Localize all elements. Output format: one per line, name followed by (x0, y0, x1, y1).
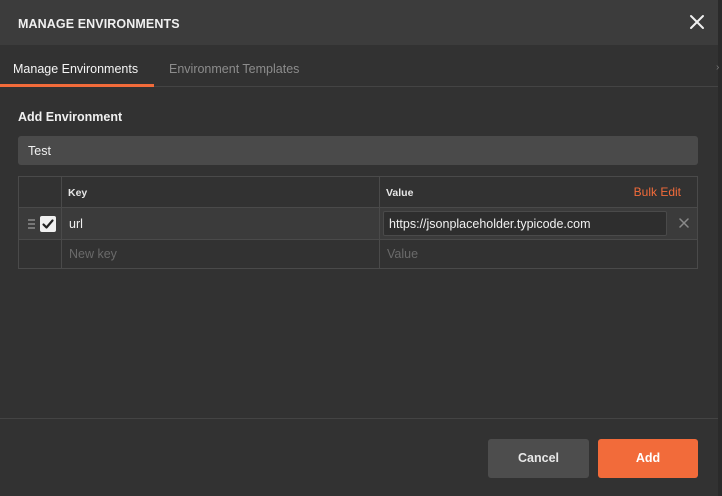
table-row: url (19, 208, 697, 240)
column-divider (379, 177, 380, 207)
tab-bar: Manage Environments Environment Template… (0, 45, 718, 87)
column-divider (379, 208, 380, 239)
variable-key[interactable]: url (69, 217, 83, 231)
add-button[interactable]: Add (598, 439, 698, 478)
environment-name-input[interactable] (18, 136, 698, 165)
delete-row-icon[interactable] (679, 218, 689, 228)
column-divider (61, 240, 62, 268)
new-key-input[interactable]: New key (69, 247, 117, 261)
drag-handle-icon[interactable] (28, 219, 35, 229)
variables-table: Key Value Bulk Edit url New key Value (18, 176, 698, 269)
column-divider (61, 208, 62, 239)
close-icon[interactable] (688, 13, 706, 31)
value-column-header: Value (386, 187, 414, 199)
tab-environment-templates[interactable]: Environment Templates (169, 62, 299, 76)
active-tab-indicator (0, 84, 154, 87)
scroll-right-icon[interactable]: › (716, 62, 719, 73)
table-header-row: Key Value Bulk Edit (19, 177, 697, 208)
tab-manage-environments[interactable]: Manage Environments (13, 62, 138, 76)
modal-title: MANAGE ENVIRONMENTS (18, 17, 180, 31)
table-row-new: New key Value (19, 240, 697, 268)
variable-value-input[interactable] (383, 211, 667, 236)
cancel-button[interactable]: Cancel (488, 439, 589, 478)
scroll-edge (718, 0, 722, 496)
column-divider (379, 240, 380, 268)
manage-environments-modal: MANAGE ENVIRONMENTS Manage Environments … (0, 0, 722, 496)
key-column-header: Key (68, 187, 88, 199)
modal-header: MANAGE ENVIRONMENTS (0, 0, 718, 45)
row-enabled-checkbox[interactable] (40, 216, 56, 232)
section-title: Add Environment (18, 110, 123, 124)
new-value-input[interactable]: Value (387, 247, 418, 261)
bulk-edit-link[interactable]: Bulk Edit (634, 185, 681, 199)
footer-divider (0, 418, 718, 419)
column-divider (61, 177, 62, 207)
